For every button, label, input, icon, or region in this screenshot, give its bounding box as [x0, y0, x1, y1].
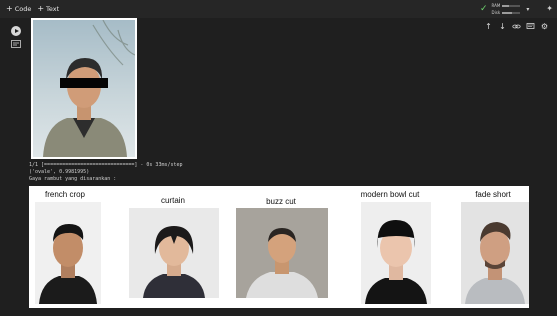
cell-toolbar: ↑ ↓ ⚙: [484, 22, 549, 31]
hairstyle-results: french crop curtain buzz cut modern bowl…: [29, 186, 529, 308]
disk-bar: [502, 11, 521, 14]
hairstyle-photo: [461, 202, 529, 304]
move-up-icon[interactable]: ↑: [484, 22, 493, 31]
plus-icon: +: [37, 4, 45, 13]
hairstyle-photo: [361, 202, 431, 304]
add-code-label: Code: [14, 5, 32, 13]
hairstyle-photo: [129, 208, 219, 298]
hairstyle-label: curtain: [160, 196, 185, 205]
recommendation-heading: Gaya rambut yang disarankan :: [29, 176, 117, 182]
hairstyle-photo: [236, 208, 328, 298]
ram-meter: RAM: [492, 3, 521, 8]
gear-icon[interactable]: ⚙: [540, 22, 549, 31]
hairstyle-label: fade short: [475, 190, 511, 199]
ram-label: RAM: [491, 3, 501, 8]
input-photo-image: [33, 20, 135, 157]
cell-gutter: [0, 18, 27, 316]
output-settings-icon[interactable]: [11, 40, 21, 48]
runtime-status[interactable]: ✓ RAM Disk ▾: [480, 3, 529, 15]
add-text-label: Text: [46, 5, 60, 13]
input-photo: [31, 18, 137, 159]
notebook-toolbar: + Code + Text ✓ RAM Disk ▾ ✦: [0, 0, 557, 18]
hairstyle-photo: [35, 202, 101, 304]
hairstyle-card: french crop: [31, 186, 101, 308]
hairstyle-card: modern bowl cut: [351, 186, 431, 308]
hairstyle-card: fade short: [457, 186, 529, 308]
chevron-down-icon[interactable]: ▾: [526, 6, 529, 13]
disk-label: Disk: [491, 10, 501, 15]
hairstyle-card: buzz cut: [234, 186, 328, 308]
prediction-line: ('ovale', 0.9981995): [29, 169, 90, 175]
add-text-button[interactable]: + Text: [37, 4, 60, 14]
ram-bar-fill: [502, 4, 509, 7]
run-cell-button[interactable]: [11, 26, 21, 36]
check-icon: ✓: [480, 4, 488, 14]
hairstyle-label: buzz cut: [266, 197, 296, 206]
comment-icon[interactable]: [526, 22, 535, 31]
hairstyle-label: french crop: [44, 190, 86, 199]
sparkle-icon[interactable]: ✦: [546, 4, 553, 13]
hairstyle-label: modern bowl cut: [360, 190, 420, 199]
disk-bar-fill: [502, 11, 513, 14]
move-down-icon[interactable]: ↓: [498, 22, 507, 31]
cell-output-log: 1/1 [==============================] - 0…: [29, 162, 183, 183]
person-photo-drawing: [43, 20, 135, 157]
hairstyle-card: curtain: [127, 186, 219, 308]
plus-icon: +: [6, 4, 13, 13]
link-icon[interactable]: [512, 22, 521, 31]
progress-line: 1/1 [==============================] - 0…: [29, 162, 183, 168]
ram-bar: [502, 4, 521, 7]
disk-meter: Disk: [492, 10, 521, 15]
resource-meters: RAM Disk: [492, 3, 521, 15]
add-code-button[interactable]: + Code: [6, 4, 32, 14]
